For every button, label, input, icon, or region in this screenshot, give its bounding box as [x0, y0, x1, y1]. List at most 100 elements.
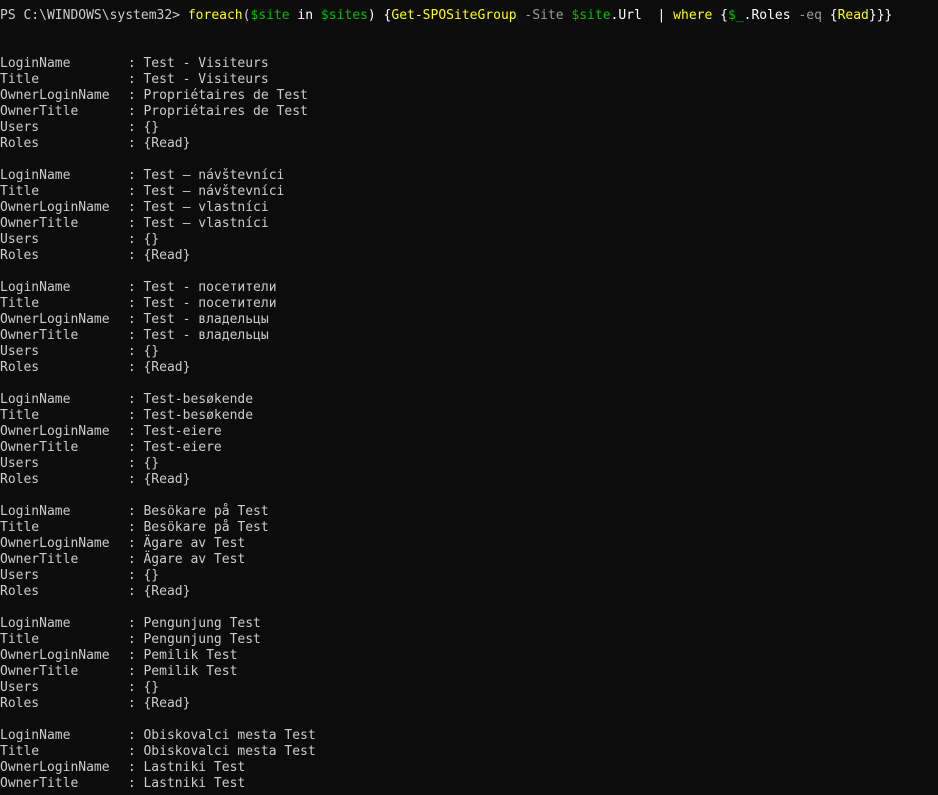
property-line-login-name: LoginName : Test - Visiteurs — [0, 56, 938, 72]
property-value: Besökare på Test — [143, 504, 269, 519]
property-name: LoginName — [0, 728, 71, 743]
property-name: Title — [0, 184, 40, 199]
property-line-title: Title : Pengunjung Test — [0, 632, 938, 648]
property-separator: : — [120, 120, 144, 135]
property-name: Users — [0, 120, 40, 135]
powershell-terminal[interactable]: PS C:\WINDOWS\system32> foreach($site in… — [0, 8, 938, 795]
url-property: .Url — [610, 8, 642, 23]
property-name: Title — [0, 632, 40, 647]
property-name: LoginName — [0, 504, 71, 519]
property-name: Roles — [0, 248, 40, 263]
property-line-owner-title: OwnerTitle : Ägare av Test — [0, 552, 938, 568]
property-separator: : — [120, 744, 144, 759]
property-value: Test – vlastníci — [143, 200, 269, 215]
property-separator: : — [120, 456, 144, 471]
sites-variable: $sites — [320, 8, 368, 23]
property-value: Test - владельцы — [143, 312, 269, 327]
property-separator: : — [120, 472, 144, 487]
site-group-record: LoginName : Obiskovalci mesta Test Title … — [0, 728, 938, 792]
property-separator: : — [120, 776, 144, 791]
property-value: Propriétaires de Test — [143, 88, 308, 103]
property-value: {} — [143, 232, 160, 247]
property-separator: : — [120, 552, 144, 567]
property-name: Roles — [0, 136, 40, 151]
property-value: Test - посетители — [143, 296, 277, 311]
property-name: LoginName — [0, 616, 71, 631]
property-line-users: Users : {} — [0, 232, 938, 248]
property-name: LoginName — [0, 392, 71, 407]
property-line-login-name: LoginName : Obiskovalci mesta Test — [0, 728, 938, 744]
property-line-users: Users : {} — [0, 120, 938, 136]
property-line-owner-title: OwnerTitle : Test-eiere — [0, 440, 938, 456]
property-value: Test - владельцы — [143, 328, 269, 343]
property-line-users: Users : {} — [0, 568, 938, 584]
property-value: Test - Visiteurs — [143, 72, 269, 87]
property-name: OwnerLoginName — [0, 200, 110, 215]
property-line-login-name: LoginName : Test – návštevníci — [0, 168, 938, 184]
property-name: Title — [0, 744, 40, 759]
property-value: Test-eiere — [143, 440, 222, 455]
property-separator: : — [120, 648, 144, 663]
property-name: Title — [0, 520, 40, 535]
property-line-owner-login-name: OwnerLoginName : Lastniki Test — [0, 760, 938, 776]
read-value: Read — [837, 8, 869, 23]
property-separator: : — [120, 104, 144, 119]
property-name: OwnerTitle — [0, 328, 79, 343]
property-line-roles: Roles : {Read} — [0, 360, 938, 376]
property-name: OwnerTitle — [0, 552, 79, 567]
property-separator: : — [120, 632, 144, 647]
property-value: Lastniki Test — [143, 776, 246, 791]
property-separator: : — [120, 664, 144, 679]
property-separator: : — [120, 312, 144, 327]
site-group-record: LoginName : Test – návštevníci Title : Te… — [0, 168, 938, 264]
property-line-owner-title: OwnerTitle : Test – vlastníci — [0, 216, 938, 232]
property-separator: : — [120, 184, 144, 199]
property-separator: : — [120, 136, 144, 151]
property-name: Users — [0, 232, 40, 247]
site-variable-2: $site — [571, 8, 611, 23]
property-line-owner-login-name: OwnerLoginName : Test – vlastníci — [0, 200, 938, 216]
property-line-users: Users : {} — [0, 344, 938, 360]
property-value: {Read} — [143, 584, 191, 599]
property-separator: : — [120, 504, 144, 519]
property-name: Title — [0, 296, 40, 311]
site-group-record: LoginName : Pengunjung Test Title : Pengu… — [0, 616, 938, 712]
property-value: {Read} — [143, 360, 191, 375]
property-value: Obiskovalci mesta Test — [143, 728, 316, 743]
property-value: {} — [143, 344, 160, 359]
property-value: Test-besøkende — [143, 408, 254, 423]
property-line-login-name: LoginName : Test-besøkende — [0, 392, 938, 408]
property-value: Pengunjung Test — [143, 616, 261, 631]
property-value: {} — [143, 456, 160, 471]
property-value: {Read} — [143, 136, 191, 151]
property-name: LoginName — [0, 168, 71, 183]
prompt-text: PS C:\WINDOWS\system32> — [0, 8, 188, 23]
property-line-owner-login-name: OwnerLoginName : Ägare av Test — [0, 536, 938, 552]
property-separator: : — [120, 248, 144, 263]
property-value: Test-besøkende — [143, 392, 254, 407]
property-value: Test – návštevníci — [143, 184, 285, 199]
property-separator: : — [120, 216, 144, 231]
property-line-users: Users : {} — [0, 456, 938, 472]
property-line-owner-title: OwnerTitle : Test - владельцы — [0, 328, 938, 344]
property-separator: : — [120, 760, 144, 775]
property-separator: : — [120, 72, 144, 87]
eq-operator: -eq — [790, 8, 830, 23]
property-separator: : — [120, 696, 144, 711]
property-separator: : — [120, 568, 144, 583]
property-line-login-name: LoginName : Pengunjung Test — [0, 616, 938, 632]
site-group-record: LoginName : Test - Visiteurs Title : Test… — [0, 56, 938, 152]
site-group-record: LoginName : Test - посетители Title : Tes… — [0, 280, 938, 376]
where-keyword: where — [673, 8, 713, 23]
property-separator: : — [120, 168, 144, 183]
property-name: OwnerLoginName — [0, 424, 110, 439]
in-keyword: in — [289, 8, 321, 23]
property-name: Roles — [0, 472, 40, 487]
property-name: OwnerLoginName — [0, 88, 110, 103]
property-line-owner-title: OwnerTitle : Lastniki Test — [0, 776, 938, 792]
property-name: OwnerTitle — [0, 664, 79, 679]
property-value: {Read} — [143, 472, 191, 487]
